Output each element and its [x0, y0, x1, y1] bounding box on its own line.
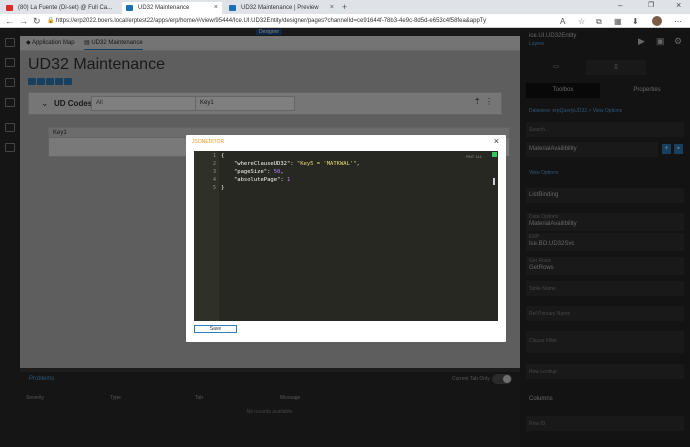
json-sep: ,	[356, 161, 360, 167]
json-key: "whereClauseUD32"	[234, 161, 291, 167]
forward-icon[interactable]: →	[19, 15, 28, 27]
json-code-editor[interactable]: 1 2 3 4 5 { "whereClauseUD32": "Key5 = '…	[194, 151, 498, 321]
favorite-icon[interactable]: ☆	[578, 16, 585, 27]
browser-tab-youtube[interactable]: (80) La Fuente (Di-set) @ Full Ca...	[2, 2, 119, 14]
line-number: 3	[212, 169, 216, 175]
menu-icon[interactable]: ⋯	[674, 16, 682, 27]
close-icon[interactable]: ×	[214, 2, 218, 14]
extensions-icon[interactable]: ⧉	[596, 16, 602, 27]
code-line: "pageSize": 50,	[234, 169, 284, 175]
back-icon[interactable]: ←	[5, 15, 14, 27]
address-bar: ← → ↻ 🔒 https://erp2022.boers.local/erpt…	[0, 14, 690, 28]
json-editor-dialog: JSONEDITOR × 1 2 3 4 5 { "whereClauseUD3…	[186, 135, 506, 342]
json-value: 1	[286, 177, 291, 183]
tab-label: UD32 Maintenance | Preview	[241, 5, 319, 11]
browser-tab-bar: (80) La Fuente (Di-set) @ Full Ca... UD3…	[0, 0, 690, 14]
tab-label: UD32 Maintenance	[138, 5, 190, 11]
code-line: }	[221, 185, 225, 191]
refresh-icon[interactable]: ↻	[33, 15, 41, 27]
line-number: 2	[212, 161, 216, 167]
url-field[interactable]: https://erp2022.boers.local/erptest22/ap…	[56, 16, 486, 27]
browser-tab-ud32-preview[interactable]: UD32 Maintenance | Preview ×	[225, 2, 338, 14]
json-sep: ,	[280, 169, 284, 175]
close-icon[interactable]: ×	[330, 2, 334, 14]
line-number: 4	[212, 177, 216, 183]
line-number: 5	[212, 185, 216, 191]
epicor-icon	[229, 5, 236, 11]
json-value: "Key5 = 'MATKWAL'"	[296, 161, 357, 167]
epicor-icon	[126, 5, 133, 11]
code-line: "absolutePage": 1	[234, 177, 291, 183]
code-line: {	[221, 153, 225, 159]
collections-icon[interactable]: ▦	[614, 16, 622, 27]
reader-icon[interactable]: A	[560, 16, 565, 27]
code-line: "whereClauseUD32": "Key5 = 'MATKWAL'",	[234, 161, 360, 167]
new-tab-icon[interactable]: +	[342, 2, 347, 12]
downloads-icon[interactable]: ⬇	[632, 16, 639, 27]
lock-icon: 🔒	[47, 18, 55, 24]
editor-badge: RNT 114	[466, 154, 482, 159]
json-key: "pageSize"	[234, 169, 268, 175]
minimize-icon[interactable]: –	[618, 1, 622, 10]
json-key: "absolutePage"	[234, 177, 281, 183]
close-window-icon[interactable]: ×	[676, 0, 681, 10]
validation-indicator	[492, 152, 497, 157]
tab-label: (80) La Fuente (Di-set) @ Full Ca...	[18, 5, 113, 11]
dialog-title: JSONEDITOR	[192, 139, 225, 145]
avatar[interactable]	[652, 16, 662, 26]
browser-tab-ud32[interactable]: UD32 Maintenance ×	[122, 2, 222, 14]
scrollbar[interactable]	[493, 178, 495, 185]
maximize-icon[interactable]: ❐	[648, 1, 654, 9]
youtube-icon	[6, 5, 13, 11]
save-button[interactable]: Save	[194, 325, 237, 333]
close-icon[interactable]: ×	[494, 136, 499, 146]
line-number: 1	[212, 153, 216, 159]
